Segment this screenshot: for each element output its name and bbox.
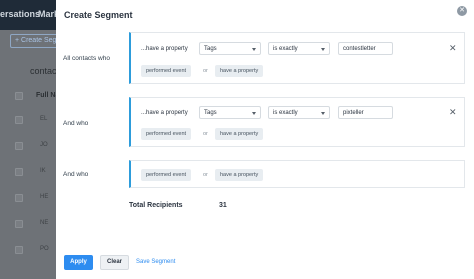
row-checkbox[interactable] bbox=[15, 194, 23, 202]
table-row[interactable]: PO bbox=[0, 242, 56, 260]
table-row[interactable]: NE bbox=[0, 216, 56, 234]
value-input[interactable]: pixteller bbox=[338, 106, 393, 119]
select-all-checkbox[interactable] bbox=[15, 92, 23, 100]
condition-block: performed event or have a property bbox=[129, 160, 465, 188]
row-name: JO bbox=[40, 142, 48, 148]
nav-conversations[interactable]: ersations bbox=[0, 9, 40, 19]
condition-type[interactable]: ...have a property bbox=[141, 110, 188, 116]
or-label: or bbox=[203, 172, 208, 178]
row-checkbox[interactable] bbox=[15, 116, 23, 124]
chevron-down-icon bbox=[321, 112, 325, 115]
property-select-value: Tags bbox=[204, 46, 217, 52]
or-label: or bbox=[203, 68, 208, 74]
modal-title: Create Segment bbox=[64, 10, 133, 20]
property-select-value: Tags bbox=[204, 110, 217, 116]
create-segment-modal: Create Segment ✕ All contacts who ...hav… bbox=[56, 0, 474, 279]
row-name: NE bbox=[40, 220, 49, 226]
condition-block: ...have a property Tags is exactly pixte… bbox=[129, 97, 465, 147]
table-row[interactable]: HE bbox=[0, 190, 56, 208]
operator-select[interactable]: is exactly bbox=[268, 106, 330, 119]
row-name: EL bbox=[40, 116, 48, 122]
property-select[interactable]: Tags bbox=[199, 42, 261, 55]
chevron-down-icon bbox=[252, 112, 256, 115]
remove-condition-icon[interactable]: ✕ bbox=[449, 44, 457, 53]
row-checkbox[interactable] bbox=[15, 246, 23, 254]
save-segment-link[interactable]: Save Segment bbox=[136, 259, 175, 265]
condition-block: ...have a property Tags is exactly conte… bbox=[129, 32, 465, 84]
close-icon[interactable]: ✕ bbox=[457, 6, 467, 16]
condition-type[interactable]: ...have a property bbox=[141, 46, 188, 52]
row-name: IK bbox=[40, 168, 46, 174]
block-label: And who bbox=[63, 171, 89, 178]
have-property-chip[interactable]: have a property bbox=[215, 169, 264, 181]
operator-select-value: is exactly bbox=[273, 46, 298, 52]
performed-event-chip[interactable]: performed event bbox=[141, 128, 192, 140]
or-label: or bbox=[203, 131, 208, 137]
operator-select[interactable]: is exactly bbox=[268, 42, 330, 55]
create-segment-button[interactable]: + Create Seg bbox=[10, 34, 60, 48]
remove-condition-icon[interactable]: ✕ bbox=[449, 108, 457, 117]
table-row[interactable]: IK bbox=[0, 164, 56, 182]
table-row[interactable]: EL bbox=[0, 112, 56, 130]
block-label: And who bbox=[63, 120, 89, 127]
property-select[interactable]: Tags bbox=[199, 106, 261, 119]
total-recipients-label: Total Recipients bbox=[129, 202, 183, 209]
clear-button[interactable]: Clear bbox=[100, 255, 129, 270]
block-label: All contacts who bbox=[63, 55, 110, 62]
operator-select-value: is exactly bbox=[273, 110, 298, 116]
have-property-chip[interactable]: have a property bbox=[215, 65, 264, 77]
performed-event-chip[interactable]: performed event bbox=[141, 169, 192, 181]
row-checkbox[interactable] bbox=[15, 220, 23, 228]
total-recipients-value: 31 bbox=[219, 202, 227, 209]
row-name: HE bbox=[40, 194, 49, 200]
value-input[interactable]: contestletter bbox=[338, 42, 393, 55]
table-row[interactable]: JO bbox=[0, 138, 56, 156]
performed-event-chip[interactable]: performed event bbox=[141, 65, 192, 77]
have-property-chip[interactable]: have a property bbox=[215, 128, 264, 140]
apply-button[interactable]: Apply bbox=[64, 255, 93, 270]
row-checkbox[interactable] bbox=[15, 142, 23, 150]
row-checkbox[interactable] bbox=[15, 168, 23, 176]
chevron-down-icon bbox=[252, 48, 256, 51]
chevron-down-icon bbox=[321, 48, 325, 51]
row-name: PO bbox=[40, 246, 49, 252]
